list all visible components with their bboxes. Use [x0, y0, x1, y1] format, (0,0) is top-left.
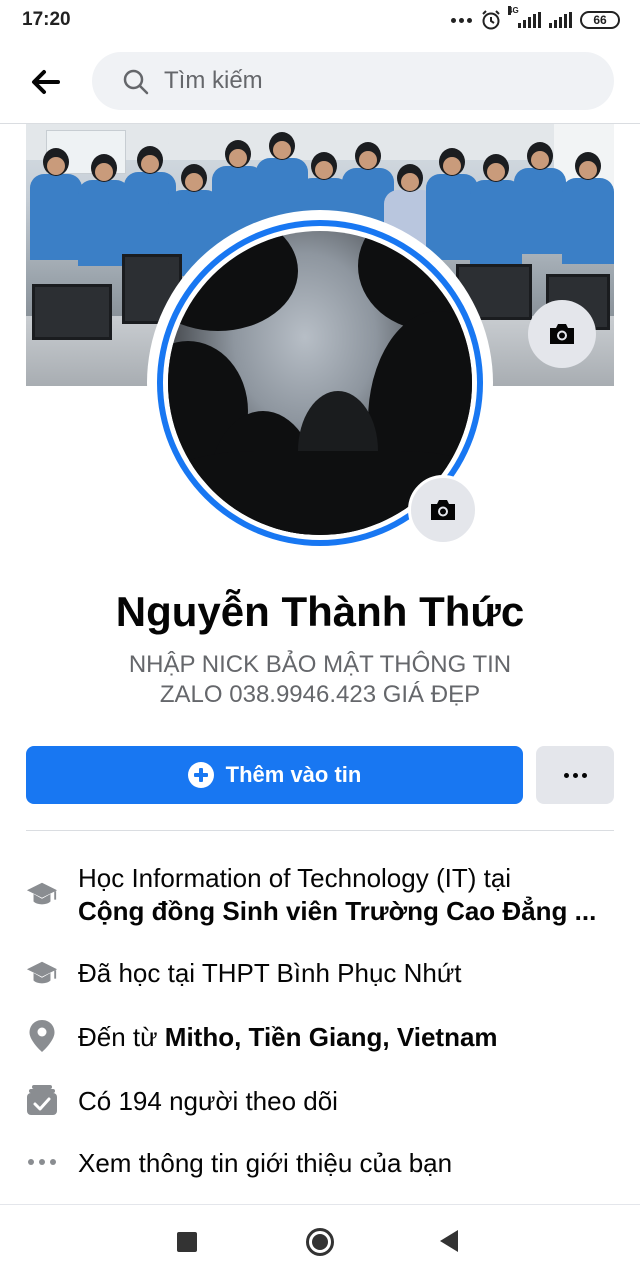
more-dots-icon: [563, 772, 569, 778]
status-bar: 17:20 4G 66: [0, 0, 640, 40]
school-text: Đã học tại THPT Bình Phục Nhứt: [78, 958, 462, 988]
study-place[interactable]: Cộng đồng Sinh viên Trường Cao Đẳng ...: [78, 895, 596, 927]
hometown-prefix: Đến từ: [78, 1022, 165, 1052]
intro-hometown[interactable]: Đến từ Mitho, Tiền Giang, Vietnam: [26, 1020, 614, 1054]
search-header: Tìm kiếm: [0, 40, 640, 124]
battery-icon: 66: [580, 11, 620, 29]
location-pin-icon: [26, 1020, 58, 1052]
alarm-icon: [482, 10, 500, 30]
graduation-cap-icon: [26, 957, 58, 989]
more-options-button[interactable]: [536, 746, 614, 804]
bio-line-1: NHẬP NICK BẢO MẬT THÔNG TIN: [128, 651, 512, 678]
hometown-place[interactable]: Mitho, Tiền Giang, Vietnam: [165, 1022, 498, 1052]
bio-line-2: ZALO 038.9946.423 GIÁ ĐẸP: [159, 681, 481, 708]
camera-icon: [550, 324, 574, 344]
cell-signal-icon: 4G: [508, 6, 541, 28]
study-prefix: Học Information of Technology (IT) tại: [78, 863, 512, 893]
add-to-story-button[interactable]: Thêm vào tin: [26, 746, 523, 804]
followers-text: Có 194 người theo dõi: [78, 1086, 338, 1116]
edit-cover-button[interactable]: [528, 300, 596, 368]
more-dots-icon: [26, 1146, 58, 1178]
search-input[interactable]: Tìm kiếm: [92, 52, 614, 110]
cell-signal-icon-2: [549, 12, 572, 28]
search-icon: [123, 69, 149, 95]
profile-bio: NHẬP NICK BẢO MẬT THÔNG TIN ZALO 038.994…: [60, 650, 580, 710]
back-nav-button[interactable]: [440, 1230, 458, 1252]
search-placeholder: Tìm kiếm: [164, 67, 263, 94]
system-nav-bar: [0, 1205, 640, 1280]
notification-dots-icon: [451, 17, 472, 23]
section-divider: [26, 830, 614, 831]
profile-name: Nguyễn Thành Thức: [115, 588, 525, 635]
intro-school[interactable]: Đã học tại THPT Bình Phục Nhứt: [26, 956, 614, 990]
network-type: 4G: [508, 6, 519, 15]
back-arrow-icon: [32, 70, 60, 94]
back-button[interactable]: [24, 62, 68, 102]
status-time: 17:20: [22, 9, 71, 30]
plus-circle-icon: [187, 762, 214, 788]
intro-followers[interactable]: Có 194 người theo dõi: [26, 1084, 614, 1118]
recents-button[interactable]: [177, 1232, 197, 1252]
edit-avatar-button[interactable]: [408, 475, 478, 545]
followers-icon: [26, 1084, 58, 1116]
camera-icon: [431, 500, 455, 520]
see-about-text[interactable]: Xem thông tin giới thiệu của bạn: [78, 1147, 452, 1179]
add-to-story-label: Thêm vào tin: [225, 762, 362, 787]
intro-study[interactable]: Học Information of Technology (IT) tại C…: [26, 860, 614, 930]
graduation-cap-icon: [26, 878, 58, 910]
intro-see-about[interactable]: Xem thông tin giới thiệu của bạn: [26, 1146, 614, 1180]
home-button[interactable]: [306, 1228, 334, 1256]
hometown-text: Đến từ Mitho, Tiền Giang, Vietnam: [78, 1021, 498, 1053]
home-circle-icon: [312, 1234, 328, 1250]
status-icons: 4G 66: [451, 6, 620, 32]
